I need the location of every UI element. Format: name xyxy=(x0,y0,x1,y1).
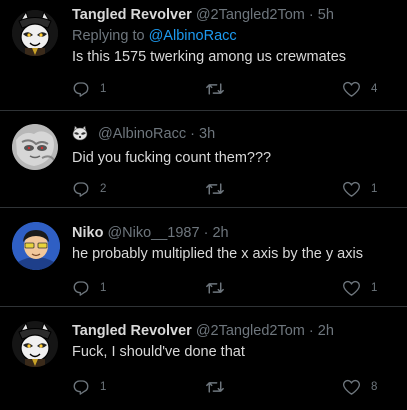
avatar-tangled-revolver[interactable] xyxy=(12,10,58,56)
retweet-button[interactable] xyxy=(205,377,235,397)
retweet-button[interactable] xyxy=(205,278,235,298)
heart-icon xyxy=(342,378,361,396)
tweet-header: Niko @Niko__1987 · 2h xyxy=(72,224,397,242)
tweet-time[interactable]: 2h xyxy=(212,225,228,241)
author-name[interactable]: Tangled Revolver xyxy=(72,323,192,339)
reply-mention-link[interactable]: @AlbinoRacc xyxy=(149,28,237,44)
heart-icon xyxy=(342,279,361,297)
tweet-2[interactable]: @AlbinoRacc · 3h Did you fucking count t… xyxy=(0,111,407,207)
author-handle[interactable]: @AlbinoRacc xyxy=(98,126,186,142)
tweet-actions: 1 4 xyxy=(72,79,392,99)
reply-count: 2 xyxy=(100,183,107,195)
reply-icon xyxy=(72,378,90,396)
separator-dot: · xyxy=(308,323,314,339)
heart-icon xyxy=(342,80,361,98)
reply-button[interactable]: 1 xyxy=(72,79,106,99)
avatar-tangled-revolver[interactable] xyxy=(12,321,58,367)
reply-count: 1 xyxy=(100,381,107,393)
author-name[interactable]: Niko xyxy=(72,225,103,241)
reply-button[interactable]: 2 xyxy=(72,179,106,199)
tweet-time[interactable]: 3h xyxy=(199,126,215,142)
like-button[interactable]: 1 xyxy=(342,179,377,199)
tweet-time[interactable]: 2h xyxy=(318,323,334,339)
separator-dot: · xyxy=(190,126,195,142)
like-button[interactable]: 1 xyxy=(342,278,377,298)
reply-count: 1 xyxy=(100,282,107,294)
tweet-time[interactable]: 5h xyxy=(318,7,334,23)
replying-to: Replying to @AlbinoRacc xyxy=(72,27,397,45)
tweet-header: Tangled Revolver @2Tangled2Tom · 2h xyxy=(72,322,397,340)
retweet-button[interactable] xyxy=(205,79,235,99)
tweet-4[interactable]: Tangled Revolver @2Tangled2Tom · 2h Fuck… xyxy=(0,307,407,410)
tweet-actions: 1 8 xyxy=(72,377,392,397)
retweet-icon xyxy=(205,279,225,297)
tweet-actions: 2 1 xyxy=(72,179,392,199)
author-handle[interactable]: @2Tangled2Tom xyxy=(196,323,305,339)
tweet-text: Did you fucking count them??? xyxy=(72,150,272,166)
heart-icon xyxy=(342,180,361,198)
like-count: 8 xyxy=(371,381,378,393)
reply-button[interactable]: 1 xyxy=(72,278,106,298)
author-handle[interactable]: @2Tangled2Tom xyxy=(196,7,305,23)
replying-to-label: Replying to xyxy=(72,28,145,44)
like-count: 1 xyxy=(371,282,378,294)
retweet-icon xyxy=(205,180,225,198)
reply-count: 1 xyxy=(100,83,107,95)
tweet-3[interactable]: Niko @Niko__1987 · 2h he probably multip… xyxy=(0,208,407,306)
like-button[interactable]: 4 xyxy=(342,79,377,99)
separator-dot: · xyxy=(308,7,314,23)
tweet-header: @AlbinoRacc · 3h xyxy=(72,125,397,146)
like-count: 1 xyxy=(371,183,378,195)
tweet-text: Is this 1575 twerking among us crewmates xyxy=(72,49,347,65)
raccoon-emoji-icon xyxy=(72,125,88,146)
like-count: 4 xyxy=(371,83,378,95)
retweet-icon xyxy=(205,80,225,98)
reply-icon xyxy=(72,279,90,297)
tweet-thread: Tangled Revolver @2Tangled2Tom · 5h Repl… xyxy=(0,0,407,410)
reply-button[interactable]: 1 xyxy=(72,377,106,397)
separator-dot: · xyxy=(203,225,209,241)
tweet-text: he probably multiplied the x axis by the… xyxy=(72,246,363,262)
reply-icon xyxy=(72,180,90,198)
reply-icon xyxy=(72,80,90,98)
retweet-icon xyxy=(205,378,225,396)
tweet-text: Fuck, I should've done that xyxy=(72,344,245,360)
author-name[interactable]: Tangled Revolver xyxy=(72,7,192,23)
tweet-actions: 1 1 xyxy=(72,278,392,298)
retweet-button[interactable] xyxy=(205,179,235,199)
avatar-niko[interactable] xyxy=(12,222,60,270)
author-handle[interactable]: @Niko__1987 xyxy=(107,225,199,241)
tweet-header: Tangled Revolver @2Tangled2Tom · 5h xyxy=(72,6,397,24)
tweet-1[interactable]: Tangled Revolver @2Tangled2Tom · 5h Repl… xyxy=(0,0,407,110)
avatar-albinoracc[interactable] xyxy=(12,124,58,170)
like-button[interactable]: 8 xyxy=(342,377,377,397)
